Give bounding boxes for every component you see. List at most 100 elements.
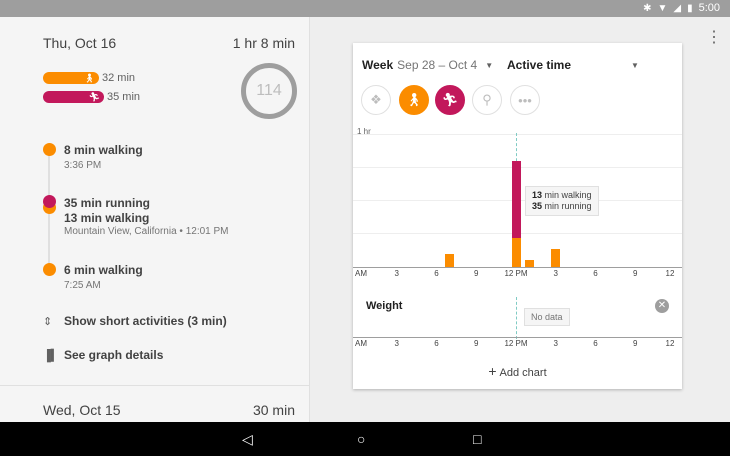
x-tick-label: 3 xyxy=(394,339,399,348)
day-date: Wed, Oct 15 xyxy=(43,402,121,418)
gridline xyxy=(353,134,682,135)
event-title-secondary: 13 min walking xyxy=(64,211,150,225)
running-summary-label: 35 min xyxy=(107,91,141,103)
x-tick-label: 6 xyxy=(593,269,598,278)
chevron-down-icon: ▼ xyxy=(485,60,494,70)
all-activities-icon: ❖ xyxy=(370,92,382,107)
close-icon[interactable]: ✕ xyxy=(655,299,669,313)
recents-icon[interactable]: □ xyxy=(473,430,481,448)
run-filter[interactable]: 🏃︎ xyxy=(435,85,465,115)
x-tick-label: 9 xyxy=(633,269,638,278)
x-tick-label: AM xyxy=(355,339,367,348)
active-time-chart: 1 hr AM 3 6 9 12 PM 3 6 9 12 13 min walking 35 m… xyxy=(353,125,682,285)
signal-icon: ◢ xyxy=(673,3,682,14)
more-filter[interactable]: ••• xyxy=(510,85,540,115)
running-bar[interactable] xyxy=(511,160,521,239)
add-chart-label: Add chart xyxy=(499,367,547,379)
day-duration: 30 min xyxy=(252,402,295,418)
goal-ring-value: 114 xyxy=(256,82,282,99)
weight-chart-title: Weight xyxy=(366,300,403,312)
tooltip-walk-value: 13 xyxy=(532,190,543,200)
x-tick-label: 3 xyxy=(553,339,558,348)
bike-filter[interactable]: ⚲ xyxy=(472,85,502,115)
navigation-bar: ◁ ○ □ xyxy=(0,422,730,456)
event-title[interactable]: 8 min walking xyxy=(64,143,143,157)
tooltip-run-text: min running xyxy=(544,201,592,211)
x-tick-label: 6 xyxy=(434,339,439,348)
chart-card: Week Sep 28 – Oct 4 ▼ Active time ▼ ❖ 🚶︎… xyxy=(353,43,682,389)
period-label: Week xyxy=(362,58,394,72)
walk-dot xyxy=(43,143,56,156)
walk-filter[interactable]: 🚶︎ xyxy=(399,85,429,115)
add-chart-button[interactable]: + Add chart xyxy=(353,363,682,379)
walk-icon: 🚶︎ xyxy=(83,73,95,83)
walking-summary-bar: 🚶︎ xyxy=(43,72,99,84)
y-axis-label: 1 hr xyxy=(357,127,371,136)
event-title[interactable]: 35 min running xyxy=(64,196,150,210)
walking-bar[interactable] xyxy=(551,249,561,267)
see-graph-details-label: See graph details xyxy=(64,348,164,362)
metric-selector[interactable]: Active time xyxy=(507,58,571,72)
x-tick-label: 9 xyxy=(474,269,479,278)
run-dot xyxy=(43,195,56,208)
walking-bar[interactable] xyxy=(445,253,455,267)
x-tick-label: 3 xyxy=(553,269,558,278)
day-header[interactable]: Wed, Oct 15 30 min xyxy=(43,402,295,418)
bar-chart-icon: ▐▍ xyxy=(43,349,60,362)
run-icon: 🏃︎ xyxy=(88,92,100,102)
running-summary-bar: 🏃︎ xyxy=(43,91,104,103)
wifi-icon: ▼ xyxy=(657,3,668,14)
show-short-activities-button[interactable]: ⇕ Show short activities (3 min) xyxy=(43,314,227,328)
x-tick-label: 12 PM xyxy=(504,269,528,278)
tooltip-run-value: 35 xyxy=(532,201,543,211)
event-time: 3:36 PM xyxy=(64,160,102,171)
event-location-time: Mountain View, California • 12:01 PM xyxy=(64,226,229,237)
x-tick-label: 9 xyxy=(633,339,638,348)
status-bar: ✱ ▼ ◢ ▮ 5:00 xyxy=(0,0,730,17)
day-duration: 1 hr 8 min xyxy=(232,35,295,51)
x-tick-label: AM xyxy=(355,269,367,278)
x-tick-label: 3 xyxy=(394,269,399,278)
x-tick-label: 9 xyxy=(474,339,479,348)
battery-icon: ▮ xyxy=(687,3,693,14)
day-header[interactable]: Thu, Oct 16 1 hr 8 min xyxy=(43,35,295,51)
home-icon[interactable]: ○ xyxy=(357,430,365,448)
walk-icon: 🚶︎ xyxy=(405,92,423,107)
weight-nodata: No data xyxy=(524,308,570,326)
day-timeline-panel: Thu, Oct 16 1 hr 8 min 🚶︎ 32 min 🏃︎ 35 m… xyxy=(0,17,310,422)
more-icon: ••• xyxy=(518,92,532,108)
goal-ring: 114 xyxy=(241,63,297,119)
show-short-activities-label: Show short activities (3 min) xyxy=(64,314,227,328)
walking-bar[interactable] xyxy=(524,260,534,267)
weight-cursor xyxy=(516,297,517,339)
event-time: 7:25 AM xyxy=(64,280,101,291)
x-axis xyxy=(353,267,682,268)
x-tick-label: 12 xyxy=(665,339,675,348)
walking-summary-label: 32 min xyxy=(102,72,136,84)
chart-tooltip: 13 min walking 35 min running xyxy=(525,186,599,216)
x-tick-label: 12 PM xyxy=(504,339,528,348)
all-activities-filter[interactable]: ❖ xyxy=(361,85,391,115)
clock: 5:00 xyxy=(698,2,720,14)
period-range: Sep 28 – Oct 4 xyxy=(397,58,478,72)
back-icon[interactable]: ◁ xyxy=(242,430,253,448)
event-title[interactable]: 6 min walking xyxy=(64,263,143,277)
walk-dot xyxy=(43,263,56,276)
walking-bar[interactable] xyxy=(511,238,521,267)
see-graph-details-button[interactable]: ▐▍ See graph details xyxy=(43,348,163,362)
x-tick-label: 12 xyxy=(665,269,675,278)
day-date: Thu, Oct 16 xyxy=(43,35,117,51)
x-tick-label: 6 xyxy=(593,339,598,348)
bike-icon: ⚲ xyxy=(482,92,492,107)
chevron-down-icon[interactable]: ▼ xyxy=(631,61,639,70)
tooltip-walk-text: min walking xyxy=(544,190,592,200)
plus-icon: + xyxy=(488,363,497,379)
day-divider xyxy=(0,385,309,386)
x-tick-label: 6 xyxy=(434,269,439,278)
bluetooth-icon: ✱ xyxy=(643,3,652,14)
expand-icon: ⇕ xyxy=(43,315,53,328)
run-icon: 🏃︎ xyxy=(441,92,459,107)
overflow-menu-icon[interactable]: ⋮ xyxy=(706,30,722,46)
period-selector[interactable]: Week Sep 28 – Oct 4 ▼ xyxy=(362,58,493,72)
weight-x-axis xyxy=(353,337,682,338)
